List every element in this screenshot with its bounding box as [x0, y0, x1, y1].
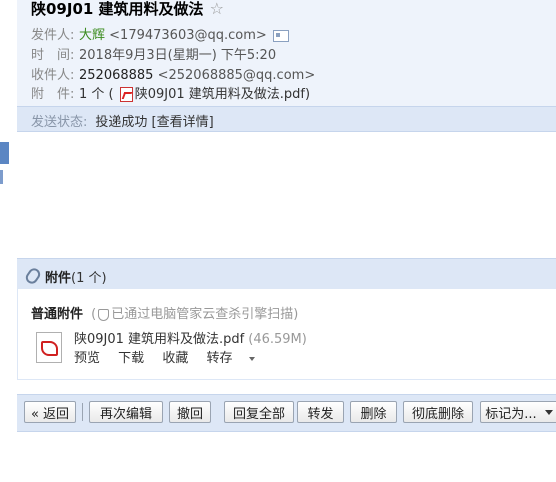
transfer-link[interactable]: 转存	[206, 351, 232, 366]
left-panel-selected-tab[interactable]	[0, 142, 9, 164]
sender-email: <179473603@qq.com>	[109, 28, 267, 43]
star-icon[interactable]: ☆	[210, 0, 224, 18]
recipient-name[interactable]: 252068885	[79, 68, 153, 83]
preview-link[interactable]: 预览	[74, 351, 100, 366]
reply-all-button[interactable]: 回复全部	[224, 401, 294, 423]
send-status-row: 发送状态: 投递成功 [查看详情]	[31, 111, 214, 130]
scan-notice: ( 已通过电脑管家云查杀引擎扫描)	[91, 307, 298, 322]
attachment-count-prefix: 1 个 (	[79, 87, 114, 102]
attachment-actions: 预览 下载 收藏 转存	[74, 347, 269, 366]
attachments-panel: 普通附件 ( 已通过电脑管家云查杀引擎扫描) 陕09J01 建筑用料及做法.pdf…	[17, 289, 556, 380]
left-panel-scroll-marker	[0, 170, 3, 184]
toolbar-divider	[82, 403, 83, 421]
shield-icon	[98, 308, 110, 321]
mail-header: 陕09J01 建筑用料及做法 ☆ 发件人: 大辉 <179473603@qq.com…	[17, 0, 556, 106]
paperclip-icon	[23, 266, 43, 286]
recipient-label: 收件人:	[31, 68, 75, 83]
attachment-label: 附 件:	[31, 87, 75, 102]
mail-toolbar: « 返回 再次编辑 撤回 回复全部 转发 删除 彻底删除 标记为...	[17, 394, 556, 432]
subject-text: 陕09J01 建筑用料及做法	[31, 0, 204, 18]
mail-read-view: 陕09J01 建筑用料及做法 ☆ 发件人: 大辉 <179473603@qq.com…	[17, 0, 556, 482]
attachment-file-line: 陕09J01 建筑用料及做法.pdf (46.59M)	[74, 328, 307, 347]
recipient-row: 收件人: 252068885 <252068885@qq.com>	[31, 64, 315, 83]
sender-label: 发件人:	[31, 28, 75, 43]
download-link[interactable]: 下载	[118, 351, 144, 366]
attachment-file-name[interactable]: 陕09J01 建筑用料及做法.pdf	[74, 332, 244, 347]
attachments-title-text: 附件	[45, 271, 72, 286]
time-value: 2018年9月3日(星期一) 下午5:20	[79, 48, 277, 63]
attachment-count-suffix: )	[305, 87, 311, 102]
scan-open-paren: (	[91, 307, 97, 322]
mark-as-dropdown[interactable]: 标记为...	[480, 401, 556, 423]
chevron-down-icon	[249, 356, 256, 361]
attachments-title: 附件(1 个)	[45, 267, 107, 286]
time-row: 时 间: 2018年9月3日(星期一) 下午5:20	[31, 44, 276, 63]
transfer-dropdown[interactable]: 转存	[206, 351, 256, 366]
pdf-acrobat-mark	[41, 341, 58, 356]
recall-button[interactable]: 撤回	[169, 401, 211, 423]
attachment-type-label: 普通附件	[31, 307, 84, 322]
chevron-down-icon	[544, 409, 553, 415]
contact-card-icon[interactable]	[272, 29, 289, 42]
pdf-file-icon[interactable]	[36, 332, 62, 363]
attachment-type-row: 普通附件 ( 已通过电脑管家云查杀引擎扫描)	[31, 303, 298, 322]
back-button[interactable]: « 返回	[24, 401, 76, 423]
forward-button[interactable]: 转发	[297, 401, 344, 423]
scan-close-paren: )	[293, 307, 299, 322]
sender-name[interactable]: 大辉	[79, 28, 105, 43]
send-status-bar: 发送状态: 投递成功 [查看详情]	[17, 106, 556, 132]
mail-body	[17, 132, 556, 258]
attachment-file-size: (46.59M)	[248, 332, 307, 347]
scan-notice-text: 已通过电脑管家云查杀引擎扫描	[111, 307, 294, 322]
mark-as-label: 标记为...	[485, 406, 537, 422]
attachments-header: 附件(1 个)	[17, 258, 556, 290]
send-status-label: 发送状态:	[31, 115, 88, 130]
recipient-email: <252068885@qq.com>	[157, 68, 316, 83]
pdf-file-icon	[119, 87, 133, 102]
attachment-summary-row: 附 件: 1 个 ( 陕09J01 建筑用料及做法.pdf)	[31, 83, 310, 102]
time-label: 时 间:	[31, 48, 75, 63]
delete-button[interactable]: 删除	[350, 401, 397, 423]
send-status-value[interactable]: 投递成功 [查看详情]	[95, 115, 213, 130]
attachments-count: (1 个)	[71, 271, 107, 286]
mail-subject: 陕09J01 建筑用料及做法 ☆	[31, 0, 224, 19]
left-panel-edge	[0, 0, 9, 482]
attachment-summary-file[interactable]: 陕09J01 建筑用料及做法.pdf	[135, 87, 305, 102]
reedit-button[interactable]: 再次编辑	[89, 401, 163, 423]
delete-forever-button[interactable]: 彻底删除	[403, 401, 473, 423]
sender-row: 发件人: 大辉 <179473603@qq.com>	[31, 24, 289, 43]
collect-link[interactable]: 收藏	[162, 351, 188, 366]
